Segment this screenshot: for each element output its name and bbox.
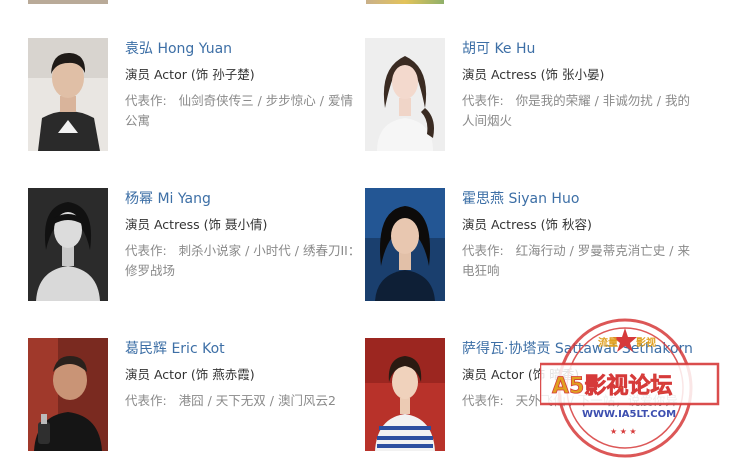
actor-card: 杨幂 Mi Yang 演员 Actress (饰 聂小倩) 代表作: 刺杀小说家… bbox=[28, 188, 368, 303]
actor-works: 代表作: 港囧 / 天下无双 / 澳门风云2 bbox=[125, 391, 365, 411]
works-list: 天外飞仙 / 下一站，说爱你异 bbox=[515, 393, 678, 408]
actor-role: 演员 Actor (饰 燕赤霞) bbox=[125, 367, 255, 382]
actor-role: 演员 Actress (饰 张小晏) bbox=[462, 67, 605, 82]
works-label: 代表作: bbox=[462, 243, 504, 258]
actor-works: 代表作: 红海行动 / 罗曼蒂克消亡史 / 来电狂响 bbox=[462, 241, 702, 281]
actor-works: 代表作: 仙剑奇侠传三 / 步步惊心 / 爱情公寓 bbox=[125, 91, 365, 131]
actor-name-link[interactable]: 杨幂 Mi Yang bbox=[125, 190, 365, 208]
actor-photo[interactable] bbox=[28, 338, 108, 451]
works-label: 代表作: bbox=[462, 93, 504, 108]
actor-name-link[interactable]: 萨得瓦·协塔贡 Sattawat Sethakorn bbox=[462, 340, 702, 358]
actor-name-link[interactable]: 葛民辉 Eric Kot bbox=[125, 340, 365, 358]
actor-works: 代表作: 天外飞仙 / 下一站，说爱你异 bbox=[462, 391, 702, 411]
actor-works: 代表作: 刺杀小说家 / 小时代 / 绣春刀II：修罗战场 bbox=[125, 241, 365, 281]
actor-card: 胡可 Ke Hu 演员 Actress (饰 张小晏) 代表作: 你是我的荣耀 … bbox=[365, 38, 705, 153]
actor-role: 演员 Actress (饰 聂小倩) bbox=[125, 217, 268, 232]
partial-photo-top-left bbox=[28, 0, 108, 4]
actor-card: 袁弘 Hong Yuan 演员 Actor (饰 孙子楚) 代表作: 仙剑奇侠传… bbox=[28, 38, 368, 153]
works-label: 代表作: bbox=[125, 393, 167, 408]
works-label: 代表作: bbox=[462, 393, 504, 408]
actor-photo[interactable] bbox=[365, 188, 445, 301]
actor-name-link[interactable]: 霍思燕 Siyan Huo bbox=[462, 190, 702, 208]
actor-role: 演员 Actor (饰 暗香) bbox=[462, 367, 580, 382]
actor-photo[interactable] bbox=[365, 38, 445, 151]
actor-works: 代表作: 你是我的荣耀 / 非诚勿扰 / 我的人间烟火 bbox=[462, 91, 702, 131]
partial-photo-top-right bbox=[366, 0, 444, 4]
actor-photo[interactable] bbox=[28, 38, 108, 151]
actor-card: 萨得瓦·协塔贡 Sattawat Sethakorn 演员 Actor (饰 暗… bbox=[365, 338, 705, 453]
actor-photo[interactable] bbox=[365, 338, 445, 451]
actor-photo[interactable] bbox=[28, 188, 108, 301]
actor-name-link[interactable]: 袁弘 Hong Yuan bbox=[125, 40, 365, 58]
actor-name-link[interactable]: 胡可 Ke Hu bbox=[462, 40, 702, 58]
actor-card: 葛民辉 Eric Kot 演员 Actor (饰 燕赤霞) 代表作: 港囧 / … bbox=[28, 338, 368, 453]
works-list: 港囧 / 天下无双 / 澳门风云2 bbox=[178, 393, 336, 408]
actor-role: 演员 Actor (饰 孙子楚) bbox=[125, 67, 255, 82]
works-label: 代表作: bbox=[125, 93, 167, 108]
actor-card: 霍思燕 Siyan Huo 演员 Actress (饰 秋容) 代表作: 红海行… bbox=[365, 188, 705, 303]
actor-role: 演员 Actress (饰 秋容) bbox=[462, 217, 592, 232]
works-label: 代表作: bbox=[125, 243, 167, 258]
